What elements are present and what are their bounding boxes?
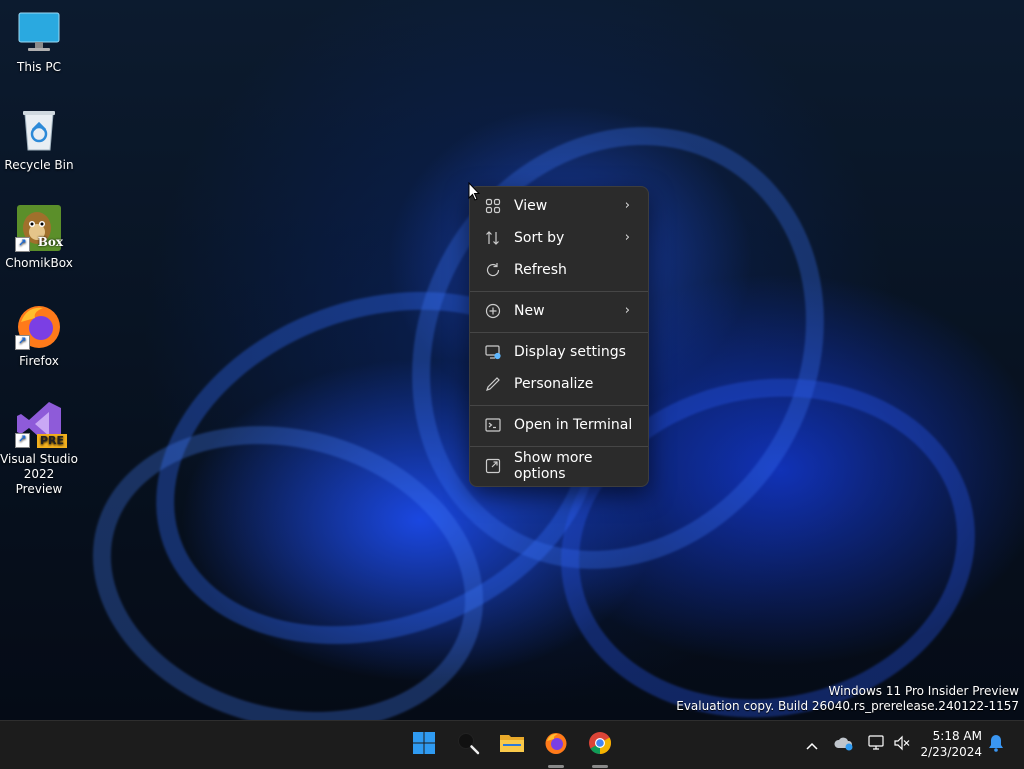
desktop-icon-recycle-bin[interactable]: Recycle Bin bbox=[0, 106, 78, 173]
terminal-icon bbox=[485, 417, 501, 433]
menu-separator bbox=[470, 291, 648, 292]
file-explorer-icon bbox=[499, 732, 525, 758]
chomikbox-icon: Box ↗ bbox=[15, 204, 63, 252]
desktop-context-menu: View › Sort by › Refresh New › Display s… bbox=[469, 186, 649, 487]
desktop-icon-label: ChomikBox bbox=[5, 256, 73, 270]
firefox-icon bbox=[544, 731, 568, 759]
menu-item-personalize[interactable]: Personalize bbox=[474, 369, 644, 399]
menu-item-show-more-options[interactable]: Show more options bbox=[474, 450, 644, 482]
desktop-icon-chomikbox[interactable]: Box ↗ ChomikBox bbox=[0, 204, 78, 271]
taskbar: 5:18 AM 2/23/2024 bbox=[0, 720, 1024, 769]
menu-item-label: View bbox=[514, 198, 548, 214]
search-button[interactable] bbox=[452, 729, 484, 761]
volume-tray-button[interactable] bbox=[890, 733, 914, 757]
desktop-icon-label: Recycle Bin bbox=[4, 158, 74, 172]
menu-item-label: New bbox=[514, 303, 545, 319]
menu-item-label: Sort by bbox=[514, 230, 565, 246]
visual-studio-icon: PRE ↗ bbox=[15, 400, 67, 448]
pen-icon bbox=[485, 376, 501, 392]
desktop-icon-label: Firefox bbox=[19, 354, 59, 368]
onedrive-tray-button[interactable] bbox=[832, 733, 856, 757]
chrome-icon bbox=[588, 731, 612, 759]
notification-bell-icon bbox=[988, 734, 1004, 756]
menu-item-label: Refresh bbox=[514, 262, 567, 278]
menu-separator bbox=[470, 405, 648, 406]
onedrive-icon bbox=[834, 735, 854, 755]
shortcut-arrow-icon: ↗ bbox=[15, 335, 30, 350]
chomikbox-badge: Box bbox=[37, 235, 63, 249]
menu-item-new[interactable]: New › bbox=[474, 296, 644, 326]
preview-badge: PRE bbox=[36, 434, 67, 448]
start-button[interactable] bbox=[408, 729, 440, 761]
file-explorer-button[interactable] bbox=[496, 729, 528, 761]
firefox-icon: ↗ bbox=[15, 302, 63, 350]
menu-separator bbox=[470, 446, 648, 447]
watermark-line2: Evaluation copy. Build 26040.rs_prerelea… bbox=[676, 699, 1019, 713]
desktop-icon-visual-studio[interactable]: PRE ↗ Visual Studio 2022 Preview bbox=[0, 400, 78, 497]
chevron-right-icon: › bbox=[624, 198, 630, 213]
desktop-icon-this-pc[interactable]: This PC bbox=[0, 8, 78, 75]
network-icon bbox=[867, 735, 885, 755]
chevron-right-icon: › bbox=[624, 303, 630, 318]
clock-time: 5:18 AM bbox=[932, 729, 982, 743]
evaluation-watermark: Windows 11 Pro Insider Preview Evaluatio… bbox=[676, 684, 1019, 714]
chevron-right-icon: › bbox=[624, 230, 630, 245]
desktop-icon-label: Visual Studio 2022 Preview bbox=[0, 452, 78, 496]
clock[interactable]: 5:18 AM 2/23/2024 bbox=[920, 728, 982, 760]
watermark-line1: Windows 11 Pro Insider Preview bbox=[828, 684, 1019, 698]
notifications-button[interactable] bbox=[984, 733, 1008, 757]
display-settings-icon bbox=[485, 344, 501, 360]
monitor-icon bbox=[15, 8, 63, 56]
menu-item-open-in-terminal[interactable]: Open in Terminal bbox=[474, 410, 644, 440]
sort-icon bbox=[485, 230, 501, 246]
shortcut-arrow-icon: ↗ bbox=[15, 237, 30, 252]
menu-item-refresh[interactable]: Refresh bbox=[474, 255, 644, 285]
show-hidden-icons-button[interactable] bbox=[800, 733, 824, 757]
refresh-icon bbox=[485, 262, 501, 278]
menu-item-sort-by[interactable]: Sort by › bbox=[474, 223, 644, 253]
grid-icon bbox=[485, 198, 501, 214]
mouse-cursor-icon bbox=[468, 181, 481, 205]
expand-icon bbox=[485, 458, 501, 474]
menu-item-label: Display settings bbox=[514, 344, 626, 360]
menu-item-label: Personalize bbox=[514, 376, 594, 392]
start-icon bbox=[412, 731, 436, 759]
shortcut-arrow-icon: ↗ bbox=[15, 433, 30, 448]
search-icon bbox=[456, 731, 480, 759]
volume-muted-icon bbox=[893, 735, 911, 755]
desktop[interactable]: This PC Recycle Bin Box ↗ ChomikBox ↗ Fi… bbox=[0, 0, 1024, 720]
menu-item-view[interactable]: View › bbox=[474, 191, 644, 221]
menu-item-label: Show more options bbox=[514, 450, 593, 482]
network-tray-button[interactable] bbox=[864, 733, 888, 757]
plus-circle-icon bbox=[485, 303, 501, 319]
recycle-bin-icon bbox=[15, 106, 63, 154]
chrome-taskbar-button[interactable] bbox=[584, 729, 616, 761]
firefox-taskbar-button[interactable] bbox=[540, 729, 572, 761]
menu-separator bbox=[470, 332, 648, 333]
desktop-icon-firefox[interactable]: ↗ Firefox bbox=[0, 302, 78, 369]
menu-item-display-settings[interactable]: Display settings bbox=[474, 337, 644, 367]
clock-date: 2/23/2024 bbox=[920, 745, 982, 759]
menu-item-label: Open in Terminal bbox=[514, 417, 633, 433]
chevron-up-icon bbox=[805, 736, 819, 755]
desktop-icon-label: This PC bbox=[17, 60, 61, 74]
